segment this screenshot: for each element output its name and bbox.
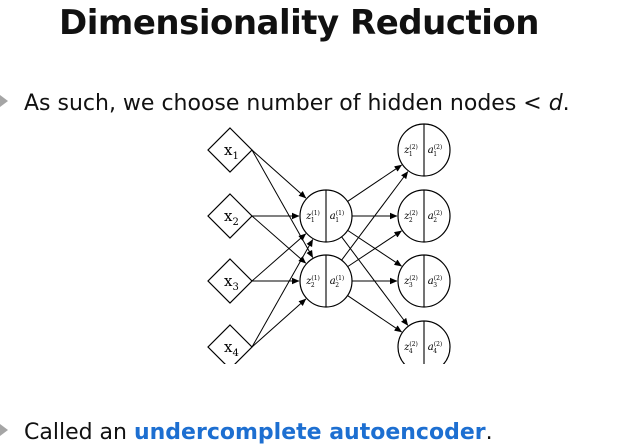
input-subscript: 4 [232,348,238,359]
edge-hidden2-output4 [347,295,403,333]
a-subscript: 4 [433,348,437,355]
z-superscript: (1) [311,275,320,282]
input-subscript: 3 [232,282,238,293]
a-superscript: (1) [336,275,345,282]
hidden-node-1: z(1) 1 a(1) 1 [299,189,353,243]
a-superscript: (2) [434,341,443,348]
edge-input4-hidden2 [251,298,307,348]
a-subscript: 2 [335,282,339,289]
bullet-text: As such, we choose number of hidden node… [24,91,549,116]
z-subscript: 2 [409,217,413,224]
z-subscript: 3 [409,282,413,289]
a-superscript: (2) [434,144,443,151]
bullet-end: . [485,420,493,445]
input-node-x1: x1 [207,127,253,173]
z-superscript: (2) [409,275,418,282]
z-superscript: (2) [409,341,418,348]
z-subscript: 1 [311,217,315,224]
a-superscript: (2) [434,210,443,217]
output-node-1: z(2) 1 a(2) 1 [397,123,451,177]
bullet-end: . [562,91,570,116]
a-superscript: (1) [336,210,345,217]
output-node-2: z(2) 2 a(2) 2 [397,189,451,243]
output-node-3: z(2) 3 a(2) 3 [397,254,451,308]
z-subscript: 2 [311,282,315,289]
edge-input1-hidden1 [251,149,307,199]
autoencoder-network-diagram: x1 x2 x3 x4 z(1) 1 a(1) 1 z(1) 2 a(1) 2 z(2) 1 a(2) 1 z(… [207,123,451,364]
slide-title: Dimensionality Reduction [59,3,539,43]
z-subscript: 1 [409,151,413,158]
a-subscript: 2 [433,217,437,224]
edge-input3-hidden1 [251,233,307,282]
bullet-variable-d: d [548,91,563,116]
bullet-arrow-icon [0,95,8,107]
a-subscript: 3 [433,282,437,289]
a-subscript: 1 [335,217,339,224]
bullet-hidden-nodes: As such, we choose number of hidden node… [0,91,570,116]
network-edges [251,149,409,348]
undercomplete-autoencoder-term: undercomplete autoencoder [133,420,486,445]
z-superscript: (1) [311,210,320,217]
a-subscript: 1 [433,151,437,158]
input-node-x3: x3 [207,258,253,304]
input-subscript: 1 [232,151,238,162]
edge-input2-hidden2 [251,215,307,264]
input-subscript: 2 [232,217,238,228]
bullet-arrow-icon [0,424,8,436]
hidden-node-2: z(1) 2 a(1) 2 [299,254,353,308]
network-nodes: x1 x2 x3 x4 z(1) 1 a(1) 1 z(1) 2 a(1) 2 z(2) 1 a(2) 1 z(… [207,123,451,364]
input-node-x2: x2 [207,193,253,239]
z-superscript: (2) [409,210,418,217]
bullet-text: Called an [24,420,134,445]
z-subscript: 4 [409,348,413,355]
z-superscript: (2) [409,144,418,151]
a-superscript: (2) [434,275,443,282]
edge-hidden1-output1 [347,164,403,202]
input-node-x4: x4 [207,324,253,364]
output-node-4: z(2) 4 a(2) 4 [397,320,451,364]
bullet-undercomplete: Called an undercomplete autoencoder. [0,420,493,445]
